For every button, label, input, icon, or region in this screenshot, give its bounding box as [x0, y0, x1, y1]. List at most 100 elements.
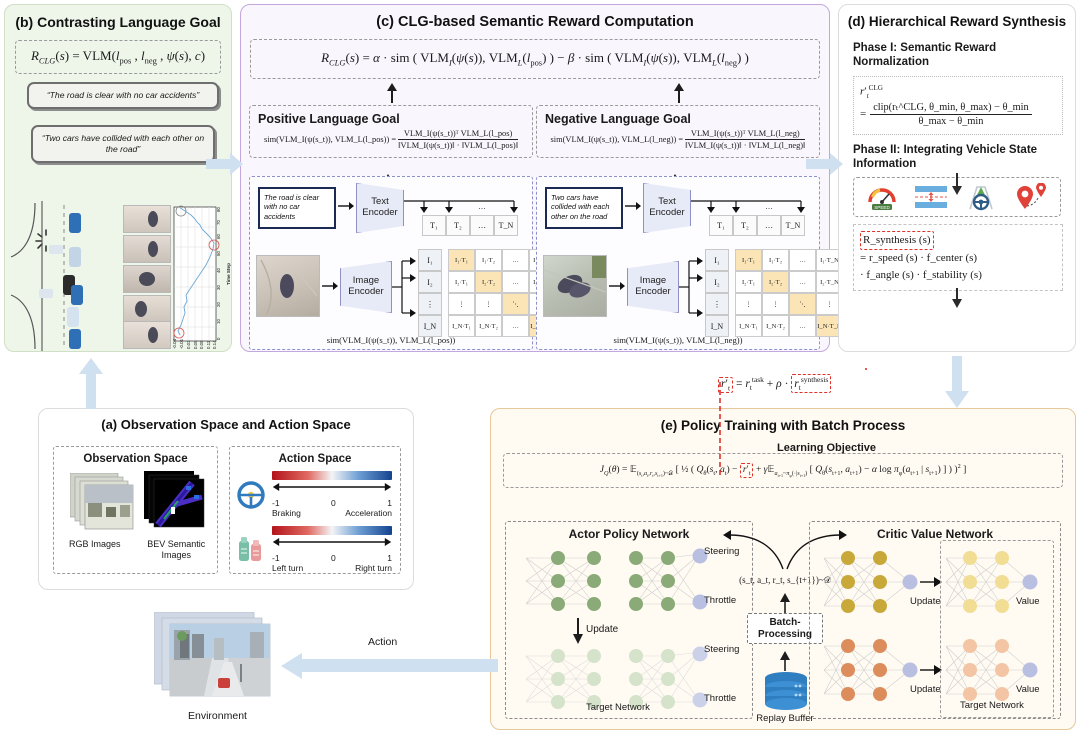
text-cell: T₂: [733, 215, 757, 236]
positive-image-encoder: Image Encoder: [340, 261, 392, 313]
clg-definition-formula: RCLG(s) = VLM(lpos , lneg , ψ(s), c): [15, 40, 221, 74]
actor-target-output-steering: Steering: [704, 644, 740, 655]
throttle-max: 1: [387, 498, 392, 508]
text-cell: …: [757, 215, 781, 236]
matrix-cell: …: [502, 315, 529, 337]
clg-reward-formula: RCLG(s) = α · sim ( VLMI(ψ(s)), VLML(lpo…: [250, 39, 820, 79]
matrix-cell: …: [502, 249, 529, 271]
positive-similarity-equation: sim(VLM_I(ψ(s_t)), VLM_L(l_pos)) = VLM_I…: [264, 129, 518, 150]
actor-policy-network-box: Actor Policy Network Steering Throttle U…: [505, 521, 753, 719]
replay-pipeline-column: (s_t, a_t, r_t, s_{t+1})~𝒟 Batch-Process…: [723, 530, 847, 724]
phase2-synthesis-equation: R_synthesis (s) = r_speed (s) · f_center…: [853, 224, 1063, 292]
image-cell: I_N: [705, 315, 729, 337]
critic-update-label-2: Update: [910, 684, 941, 695]
svg-text:…: …: [765, 202, 773, 211]
image-encoder-fanout-icon: [392, 257, 416, 317]
negative-goal-heading-box: Negative Language Goal sim(VLM_I(ψ(s_t))…: [536, 105, 820, 158]
steering-wheel-icon: [968, 186, 993, 211]
road-scenario-illustration: [10, 201, 83, 351]
positive-text-encoder: Text Encoder: [356, 183, 404, 233]
observation-space-box: Observation Space RGB Images BEV Semanti…: [53, 446, 218, 574]
svg-text:0.02: 0.02: [186, 340, 191, 349]
steering-min: -1: [272, 553, 280, 563]
steering-wheel-icon: [237, 480, 265, 509]
svg-text:80: 80: [216, 207, 221, 212]
throttle-min: -1: [272, 498, 280, 508]
phase2-line3: · f_angle (s) · f_stability (s): [860, 269, 982, 282]
matrix-cell: …: [789, 271, 816, 293]
action-space-heading: Action Space: [278, 453, 352, 465]
panel-c-title: (c) CLG-based Semantic Reward Computatio…: [376, 14, 694, 30]
positive-sim-caption: sim(VLM_I(ψ(s_t)), VLM_L(l_pos)): [326, 335, 456, 345]
negative-goal-heading: Negative Language Goal: [545, 112, 691, 126]
actor-target-network-label: Target Network: [586, 702, 650, 713]
text-embedding-row: T₁ T₂ … T_N: [422, 215, 518, 236]
phase2-line2: = r_speed (s) · f_center (s): [860, 252, 978, 265]
text-cell: …: [470, 215, 494, 236]
throttle-right-label: Acceleration: [345, 508, 392, 518]
svg-text:30: 30: [216, 285, 221, 290]
arrow-image-to-encoder-icon-2: [609, 282, 625, 290]
rgb-images-caption: RGB Images: [68, 539, 121, 549]
panel-contrasting-language-goal: (b) Contrasting Language Goal RCLG(s) = …: [4, 4, 232, 352]
actor-output-throttle: Throttle: [704, 595, 737, 606]
image-cell: I₂: [705, 271, 729, 293]
throttle-gradient-bar: [272, 471, 392, 480]
steering-gradient-bar: [272, 526, 392, 535]
svg-text:SPEED: SPEED: [874, 205, 890, 210]
panel-clg-semantic-reward-computation: (c) CLG-based Semantic Reward Computatio…: [240, 4, 843, 352]
matrix-cell: I₁·T₁: [735, 249, 762, 271]
environment-caption: Environment: [188, 710, 247, 722]
matrix-cell: ⋱: [789, 293, 816, 315]
matrix-cell: ⋮: [735, 293, 762, 315]
negative-language-bubble: “Two cars have collided with each other …: [31, 124, 215, 164]
text-cell: T_N: [494, 215, 518, 236]
panel-d-title: (d) Hierarchical Reward Synthesis: [847, 14, 1067, 29]
phase2-title: Phase II: Integrating Vehicle State Info…: [853, 143, 1038, 170]
matrix-cell: ⋱: [502, 293, 529, 315]
svg-text:0.14: 0.14: [212, 340, 217, 349]
matrix-cell: I₁·T₂: [475, 249, 502, 271]
svg-text:…: …: [478, 202, 486, 211]
synthesis-reward-highlight: R_synthesis (s): [860, 231, 934, 251]
image-encoder-fanout-icon-2: [679, 257, 703, 317]
steering-mid: 0: [331, 553, 336, 563]
replay-to-batch-arrow-icon: [780, 651, 790, 671]
positive-prompt-textbox: The road is clear with no car accidents: [258, 187, 336, 229]
arrow-phase1-to-phase2-icon: [952, 173, 962, 195]
positive-goal-heading: Positive Language Goal: [258, 112, 400, 126]
arrow-action-to-environment-icon: [281, 653, 498, 679]
negative-sim-caption: sim(VLM_I(ψ(s_t)), VLM_L(l_neg)): [613, 335, 743, 345]
steering-right-label: Right turn: [355, 563, 392, 573]
arrow-shaft-pos: [391, 89, 393, 103]
image-cell: ⋮: [705, 293, 729, 315]
bev-images-caption: BEV Semantic Images: [147, 539, 206, 560]
matrix-cell: ⋮: [762, 293, 789, 315]
matrix-cell: ⋮: [475, 293, 502, 315]
phase1-numerator: clip(rₜ^CLG, θ_min, θ_max) − θ_min: [870, 101, 1032, 115]
route-marker-icon: [1016, 183, 1046, 210]
actor-update-label: Update: [586, 624, 619, 635]
positive-quote-text: “The road is clear with no car accidents…: [46, 89, 200, 100]
image-cell: I₁: [418, 249, 442, 271]
equals-sign: =: [860, 107, 867, 120]
svg-text:-0.04: -0.04: [172, 338, 177, 349]
actor-update-arrow-icon: [573, 618, 583, 644]
critic-value-network-box: Critic Value Network Update Value Update…: [809, 521, 1061, 719]
negative-text-encoder: Text Encoder: [643, 183, 691, 233]
positive-language-goal-column: Positive Language Goal sim(VLM_I(ψ(s_t))…: [249, 105, 556, 350]
text-cell: T₁: [709, 215, 733, 236]
svg-text:60: 60: [216, 234, 221, 239]
negative-prompt-textbox: Two cars have collided with each other o…: [545, 187, 623, 229]
phase1-title: Phase I: Semantic Reward Normalization: [853, 42, 997, 69]
panel-b-title: (b) Contrasting Language Goal: [15, 14, 221, 30]
text-encoder-fanout-icon: …: [404, 200, 518, 213]
svg-text:10: 10: [216, 319, 221, 324]
steering-left-label: Left turn: [272, 563, 304, 573]
steering-max: 1: [387, 553, 392, 563]
svg-text:0.08: 0.08: [199, 340, 204, 349]
arrow-a-to-b-icon: [79, 358, 103, 409]
matrix-cell: I₂·T₁: [735, 271, 762, 293]
svg-text:70: 70: [216, 220, 221, 225]
image-embedding-column: I₁ I₂ ⋮ I_N: [418, 249, 442, 337]
